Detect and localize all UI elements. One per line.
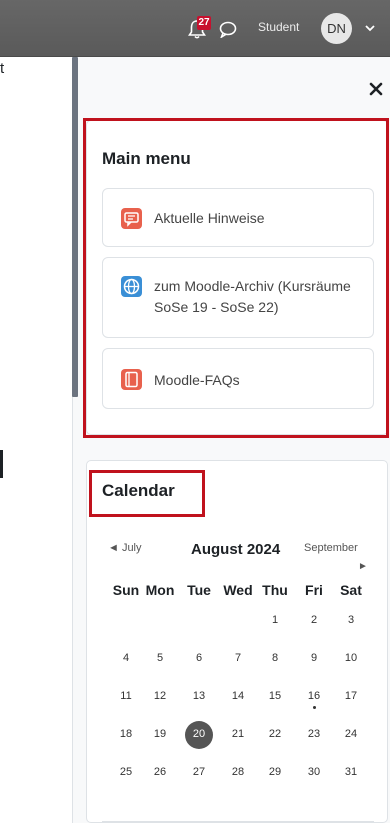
menu-item-label: Aktuelle Hinweise [154,210,265,226]
user-name[interactable]: Student [258,20,299,34]
main-menu-title: Main menu [102,149,191,168]
weekday-header: Thu [262,582,288,598]
menu-item-label: Moodle-FAQs [154,372,240,388]
calendar-prev-month-link[interactable]: ◄ July [108,542,142,554]
calendar-day[interactable]: 25 [111,766,141,778]
calendar-day-today[interactable]: 20 [184,728,214,740]
avatar[interactable]: DN [321,13,352,44]
calendar-day[interactable]: 28 [223,766,253,778]
messages-icon[interactable] [219,21,237,38]
calendar-current-month: August 2024 [191,541,281,558]
calendar-day[interactable]: 24 [336,728,366,740]
close-icon[interactable] [369,82,383,96]
calendar-day[interactable]: 15 [260,690,290,702]
calendar-divider [102,821,374,822]
calendar-next-arrow-icon[interactable]: ► [358,561,368,572]
calendar-day[interactable]: 3 [336,614,366,626]
calendar-day[interactable]: 17 [336,690,366,702]
weekday-header: Wed [223,582,253,598]
weekday-header: Tue [187,582,211,598]
calendar-day[interactable]: 1 [260,614,290,626]
drawer-scrollbar[interactable] [72,57,78,397]
calendar-day[interactable]: 18 [111,728,141,740]
calendar-day[interactable]: 19 [145,728,175,740]
calendar-day[interactable]: 13 [184,690,214,702]
weekday-header: Mon [145,582,175,598]
weekday-header: Fri [305,582,323,598]
calendar-next-month-link[interactable]: September [304,542,358,554]
top-navbar: 27 Student DN [0,0,390,57]
event-indicator [313,706,316,709]
calendar-day[interactable]: 21 [223,728,253,740]
calendar-day[interactable]: 23 [299,728,329,740]
announcement-icon [121,208,142,229]
calendar-day[interactable]: 11 [111,690,141,702]
calendar-day[interactable]: 14 [223,690,253,702]
globe-icon [121,276,142,297]
menu-item-moodle-archiv[interactable]: zum Moodle-Archiv (Kursräume SoSe 19 - S… [102,257,374,338]
menu-item-moodle-faqs[interactable]: Moodle-FAQs [102,348,374,409]
book-icon [121,369,142,390]
calendar-day[interactable]: 22 [260,728,290,740]
calendar-day[interactable]: 9 [299,652,329,664]
calendar-day[interactable]: 16 [299,690,329,702]
calendar-day[interactable]: 8 [260,652,290,664]
calendar-day[interactable]: 27 [184,766,214,778]
calendar-day[interactable]: 29 [260,766,290,778]
calendar-day[interactable]: 12 [145,690,175,702]
calendar-day[interactable]: 5 [145,652,175,664]
calendar-day[interactable]: 10 [336,652,366,664]
calendar-day[interactable]: 6 [184,652,214,664]
calendar-day[interactable]: 30 [299,766,329,778]
calendar-day[interactable]: 7 [223,652,253,664]
calendar-day[interactable]: 4 [111,652,141,664]
calendar-day[interactable]: 2 [299,614,329,626]
calendar-title: Calendar [102,481,175,500]
menu-item-aktuelle-hinweise[interactable]: Aktuelle Hinweise [102,188,374,247]
notification-count-badge: 27 [197,16,211,30]
page-content-edge-text: t [0,60,5,77]
calendar-day[interactable]: 26 [145,766,175,778]
menu-item-label: zum Moodle-Archiv (Kursräume SoSe 19 - S… [154,278,351,315]
notifications-button[interactable]: 27 [188,16,211,40]
chevron-down-icon[interactable] [365,25,375,32]
calendar-day[interactable]: 31 [336,766,366,778]
page-content-edge-mark [0,450,3,478]
weekday-header: Sat [340,582,362,598]
